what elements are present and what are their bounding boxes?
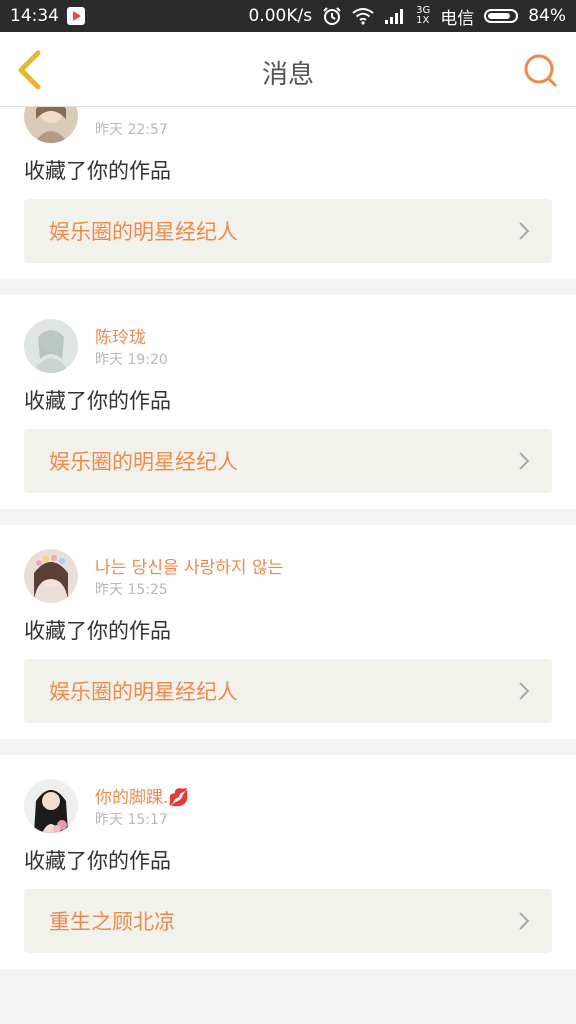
user-name[interactable]: 陈玲珑: [95, 323, 146, 348]
message-header: 你的脚踝.💋 昨天 15:17: [0, 779, 576, 833]
status-time: 14:34: [10, 6, 59, 26]
message-header: 陈玲珑 昨天 19:20: [0, 319, 576, 373]
avatar[interactable]: [24, 779, 78, 833]
divider: [0, 969, 576, 985]
message-action: 收藏了你的作品: [24, 159, 171, 183]
network-type-bottom: 1X: [416, 15, 430, 26]
carrier-label: 电信: [440, 8, 475, 29]
work-title: 娱乐圈的明星经纪人: [49, 450, 238, 474]
user-name[interactable]: 나는 당신을 사랑하지 않는: [95, 553, 283, 578]
list-item: 陈玲珑 昨天 19:20 收藏了你的作品 娱乐圈的明星经纪人: [0, 295, 576, 509]
message-action: 收藏了你的作品: [24, 619, 171, 643]
user-name[interactable]: 你的脚踝.💋: [95, 783, 190, 808]
avatar[interactable]: [24, 319, 78, 373]
work-title: 娱乐圈的明星经纪人: [49, 680, 238, 704]
divider: [0, 509, 576, 525]
net-speed: 0.00K/s: [248, 6, 313, 26]
work-title: 重生之顾北凉: [49, 910, 175, 934]
search-icon[interactable]: [522, 54, 558, 88]
avatar[interactable]: [24, 549, 78, 603]
page-title: 消息: [261, 60, 314, 90]
chevron-right-icon: [519, 912, 530, 930]
alarm-icon: [323, 7, 341, 25]
divider: [0, 279, 576, 295]
list-item: 昨天 22:57 收藏了你的作品 娱乐圈的明星经纪人: [0, 107, 576, 279]
work-title: 娱乐圈的明星经纪人: [49, 220, 238, 244]
divider: [0, 739, 576, 755]
work-link[interactable]: 娱乐圈的明星经纪人: [24, 199, 552, 263]
battery-percent: 84%: [528, 6, 566, 26]
list-item: 你的脚踝.💋 昨天 15:17 收藏了你的作品 重生之顾北凉: [0, 755, 576, 969]
play-store-icon: [67, 7, 85, 25]
avatar[interactable]: [24, 107, 78, 143]
message-action: 收藏了你的作品: [24, 849, 171, 873]
top-nav-bar: 消息: [0, 32, 576, 107]
message-time: 昨天 19:20: [95, 352, 168, 368]
work-link[interactable]: 重生之顾北凉: [24, 889, 552, 953]
wifi-icon: [352, 8, 374, 25]
message-header: 나는 당신을 사랑하지 않는 昨天 15:25: [0, 549, 576, 603]
message-list[interactable]: 昨天 22:57 收藏了你的作品 娱乐圈的明星经纪人 陈玲珑 昨天 19:20: [0, 107, 576, 1024]
signal-icon: [385, 9, 404, 24]
battery-icon: [484, 9, 519, 23]
message-action: 收藏了你的作品: [24, 389, 171, 413]
message-time: 昨天 15:25: [95, 582, 168, 598]
status-bar: 14:34 0.00K/s 3G 1X 电信 84%: [0, 0, 576, 32]
battery-fill: [488, 13, 511, 19]
chevron-right-icon: [519, 222, 530, 240]
chevron-right-icon: [519, 452, 530, 470]
work-link[interactable]: 娱乐圈的明星经纪人: [24, 429, 552, 493]
message-time: 昨天 22:57: [95, 122, 168, 138]
network-type: 3G 1X: [416, 6, 430, 26]
chevron-right-icon: [519, 682, 530, 700]
message-time: 昨天 15:17: [95, 812, 168, 828]
list-item: 나는 당신을 사랑하지 않는 昨天 15:25 收藏了你的作品 娱乐圈的明星经纪…: [0, 525, 576, 739]
message-header: 昨天 22:57: [0, 107, 576, 143]
work-link[interactable]: 娱乐圈的明星经纪人: [24, 659, 552, 723]
